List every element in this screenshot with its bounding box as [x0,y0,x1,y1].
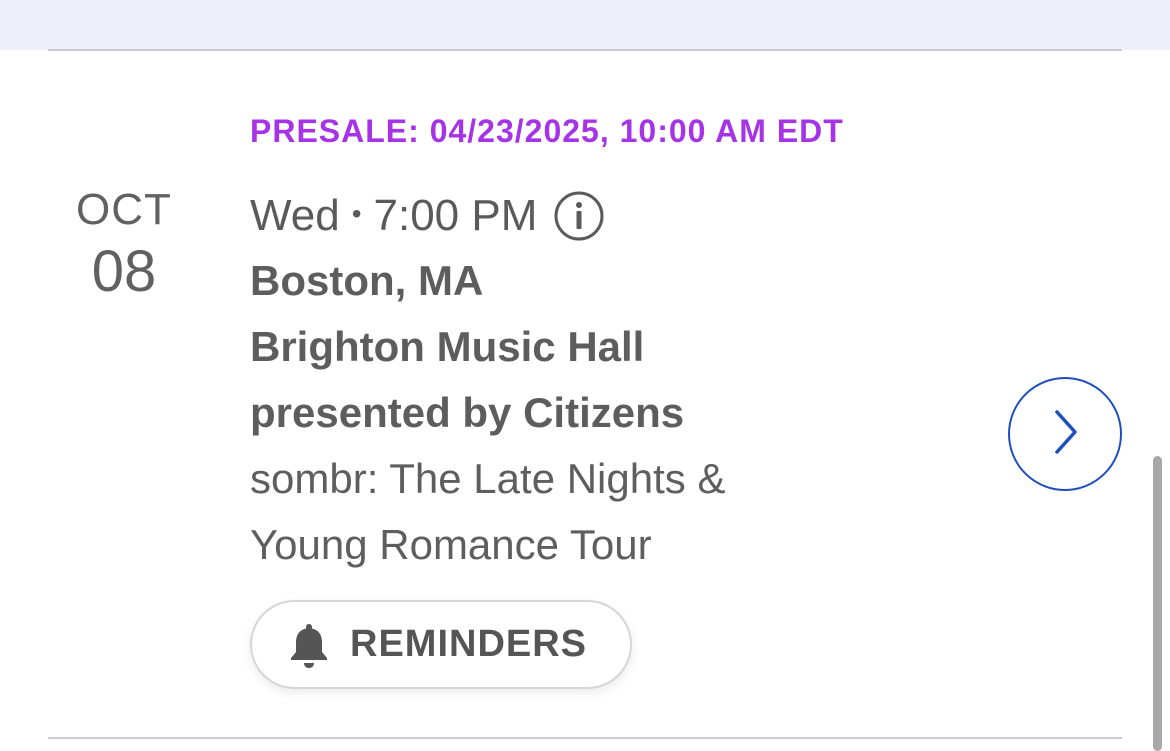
event-weekday: Wed [250,191,340,240]
chevron-right-icon [1045,406,1085,463]
event-time: 7:00 PM [373,191,538,240]
tour-name-line1: sombr: The Late Nights & [250,455,726,502]
reminders-label: REMINDERS [350,623,588,665]
scrollbar[interactable] [1153,456,1162,751]
bell-icon [288,621,330,669]
separator-dot: • [351,198,362,229]
event-city: Boston, MA [250,257,484,304]
venue-name-line2: presented by Citizens [250,389,685,436]
reminders-button[interactable]: REMINDERS [250,600,632,689]
presale-label: PRESALE: 04/23/2025, 10:00 AM EDT [250,113,844,149]
event-month: OCT [76,185,172,234]
tour-name-line2: Young Romance Tour [250,521,652,568]
venue-name-line1: Brighton Music Hall [250,323,645,370]
divider-bottom [48,737,1122,739]
info-icon[interactable] [553,190,605,242]
header-band [0,0,1170,50]
event-details-button[interactable] [1008,377,1122,491]
event-day: 08 [91,239,157,304]
divider-top [48,49,1122,51]
event-time-line: Wed • 7:00 PM [250,190,605,242]
